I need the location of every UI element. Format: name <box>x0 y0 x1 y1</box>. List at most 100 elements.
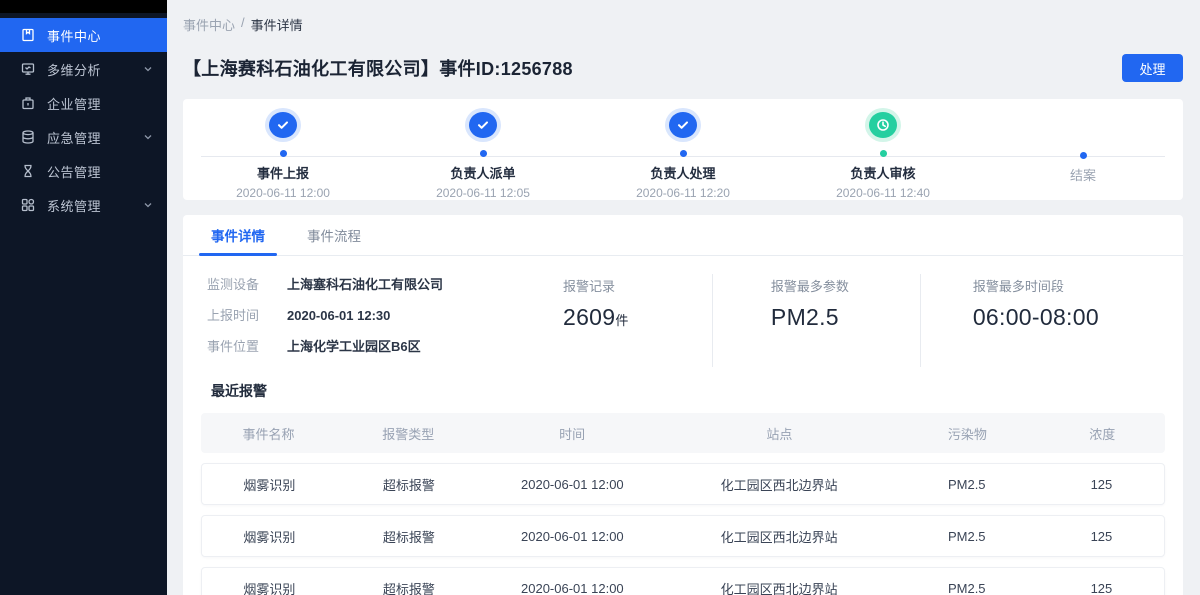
timeline-card: 事件上报 2020-06-11 12:00 负责人派单 2020-06-11 1… <box>183 99 1183 200</box>
chevron-down-icon <box>143 132 153 142</box>
cell-pollutant: PM2.5 <box>895 529 1039 544</box>
check-circle-icon <box>669 112 697 138</box>
breadcrumb-parent[interactable]: 事件中心 <box>183 15 235 34</box>
stat-label: 报警最多参数 <box>771 276 920 295</box>
sidebar-item-label: 企业管理 <box>47 94 153 113</box>
recent-alarms-title: 最近报警 <box>211 381 1183 401</box>
hourglass-icon <box>20 163 36 179</box>
stat-label: 报警最多时间段 <box>973 276 1159 295</box>
step-name: 负责人审核 <box>850 163 915 182</box>
breadcrumb-current: 事件详情 <box>251 15 303 34</box>
stat-top-parameter: 报警最多参数 PM2.5 <box>712 274 920 367</box>
step-name: 负责人处理 <box>650 163 715 182</box>
timeline-step-dispatch: 负责人派单 2020-06-11 12:05 <box>383 99 583 200</box>
column-header: 浓度 <box>1040 424 1165 443</box>
field-report-time: 上报时间 2020-06-01 12:30 <box>207 305 543 324</box>
main-content: 事件中心 / 事件详情 【上海赛科石油化工有限公司】事件ID:1256788 处… <box>167 0 1200 595</box>
tab-event-detail[interactable]: 事件详情 <box>205 215 271 255</box>
cell-time: 2020-06-01 12:00 <box>481 581 664 595</box>
check-circle-icon <box>269 112 297 138</box>
step-time: 2020-06-11 12:05 <box>436 186 530 200</box>
handle-button[interactable]: 处理 <box>1122 54 1183 82</box>
timeline-dot <box>480 150 487 157</box>
check-circle-icon <box>469 112 497 138</box>
clock-circle-icon <box>869 112 897 138</box>
timeline-dot <box>280 150 287 157</box>
tab-event-flow[interactable]: 事件流程 <box>301 215 367 255</box>
table-row[interactable]: 烟雾识别 超标报警 2020-06-01 12:00 化工园区西北边界站 PM2… <box>201 515 1165 557</box>
column-header: 时间 <box>481 424 664 443</box>
field-event-location: 事件位置 上海化学工业园区B6区 <box>207 336 543 355</box>
column-header: 报警类型 <box>336 424 481 443</box>
building-icon <box>20 95 36 111</box>
step-name: 结案 <box>1070 165 1096 184</box>
cell-time: 2020-06-01 12:00 <box>481 477 664 492</box>
info-row: 监测设备 上海塞科石油化工有限公司 上报时间 2020-06-01 12:30 … <box>183 256 1183 371</box>
field-value: 上海塞科石油化工有限公司 <box>287 274 443 293</box>
cell-alarm-type: 超标报警 <box>337 579 481 595</box>
cell-alarm-type: 超标报警 <box>337 527 481 546</box>
journal-icon <box>20 27 36 43</box>
sidebar-item-emergency-mgmt[interactable]: 应急管理 <box>0 120 167 154</box>
cell-event-name: 烟雾识别 <box>202 475 337 494</box>
timeline-step-report: 事件上报 2020-06-11 12:00 <box>183 99 383 200</box>
sidebar-item-announcement-mgmt[interactable]: 公告管理 <box>0 154 167 188</box>
cell-time: 2020-06-01 12:00 <box>481 529 664 544</box>
event-detail-card: 事件详情 事件流程 监测设备 上海塞科石油化工有限公司 上报时间 2020-06… <box>183 215 1183 595</box>
placeholder-circle <box>1069 112 1097 140</box>
grid-icon <box>20 197 36 213</box>
timeline-step-process: 负责人处理 2020-06-11 12:20 <box>583 99 783 200</box>
cell-pollutant: PM2.5 <box>895 477 1039 492</box>
sidebar-item-enterprise-mgmt[interactable]: 企业管理 <box>0 86 167 120</box>
timeline-dot <box>1080 152 1087 159</box>
stat-value: 06:00-08:00 <box>973 304 1159 331</box>
table-row[interactable]: 烟雾识别 超标报警 2020-06-01 12:00 化工园区西北边界站 PM2… <box>201 567 1165 595</box>
stat-value: PM2.5 <box>771 304 920 331</box>
stat-top-period: 报警最多时间段 06:00-08:00 <box>920 274 1159 367</box>
stat-value: 2609件 <box>563 304 712 331</box>
sidebar-item-label: 系统管理 <box>47 196 143 215</box>
sidebar-nav: 事件中心 多维分析 企业管理 应急管理 <box>0 18 167 222</box>
table-header: 事件名称 报警类型 时间 站点 污染物 浓度 <box>201 413 1165 453</box>
cell-concentration: 125 <box>1039 477 1164 492</box>
field-label: 事件位置 <box>207 336 271 355</box>
sidebar-item-label: 多维分析 <box>47 60 143 79</box>
field-monitor-device: 监测设备 上海塞科石油化工有限公司 <box>207 274 543 293</box>
cell-station: 化工园区西北边界站 <box>664 475 895 494</box>
cell-pollutant: PM2.5 <box>895 581 1039 595</box>
breadcrumb-separator: / <box>241 15 245 34</box>
column-header: 站点 <box>664 424 895 443</box>
sidebar-item-multi-analysis[interactable]: 多维分析 <box>0 52 167 86</box>
field-value: 上海化学工业园区B6区 <box>287 336 421 355</box>
recent-alarms-table: 事件名称 报警类型 时间 站点 污染物 浓度 烟雾识别 超标报警 2020-06… <box>183 413 1183 595</box>
timeline-step-closed: 结案 <box>983 99 1183 200</box>
cell-concentration: 125 <box>1039 581 1164 595</box>
field-label: 监测设备 <box>207 274 271 293</box>
sidebar-item-system-mgmt[interactable]: 系统管理 <box>0 188 167 222</box>
cell-alarm-type: 超标报警 <box>337 475 481 494</box>
table-row[interactable]: 烟雾识别 超标报警 2020-06-01 12:00 化工园区西北边界站 PM2… <box>201 463 1165 505</box>
column-header: 事件名称 <box>201 424 336 443</box>
tab-bar: 事件详情 事件流程 <box>183 215 1183 256</box>
database-icon <box>20 129 36 145</box>
sidebar-item-event-center[interactable]: 事件中心 <box>0 18 167 52</box>
stat-number: 2609 <box>563 304 615 330</box>
field-value: 2020-06-01 12:30 <box>287 308 390 323</box>
sidebar-item-label: 公告管理 <box>47 162 153 181</box>
breadcrumb: 事件中心 / 事件详情 <box>183 15 1183 34</box>
stat-alarm-count: 报警记录 2609件 <box>543 274 712 367</box>
cell-concentration: 125 <box>1039 529 1164 544</box>
sidebar-item-label: 事件中心 <box>47 26 153 45</box>
chevron-down-icon <box>143 64 153 74</box>
cell-event-name: 烟雾识别 <box>202 527 337 546</box>
stat-label: 报警记录 <box>563 276 712 295</box>
cell-event-name: 烟雾识别 <box>202 579 337 595</box>
step-name: 负责人派单 <box>450 163 515 182</box>
cell-station: 化工园区西北边界站 <box>664 579 895 595</box>
column-header: 污染物 <box>895 424 1040 443</box>
step-time: 2020-06-11 12:20 <box>636 186 730 200</box>
step-time: 2020-06-11 12:40 <box>836 186 930 200</box>
step-name: 事件上报 <box>257 163 309 182</box>
timeline-steps: 事件上报 2020-06-11 12:00 负责人派单 2020-06-11 1… <box>183 99 1183 200</box>
title-row: 【上海赛科石油化工有限公司】事件ID:1256788 处理 <box>183 54 1183 82</box>
